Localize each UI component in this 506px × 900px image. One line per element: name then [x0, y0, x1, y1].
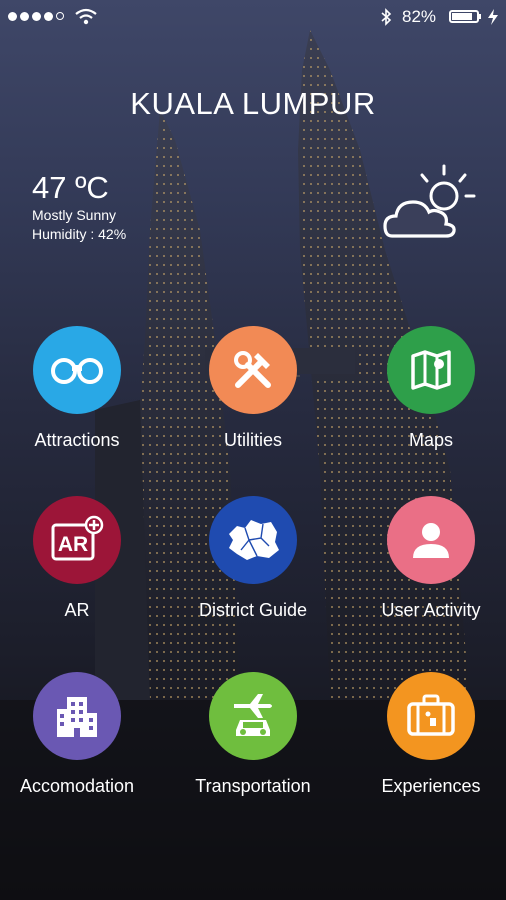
accomodation-label: Accomodation: [19, 776, 135, 796]
signal-dots-icon: [8, 12, 64, 21]
attractions-label: Attractions: [34, 430, 120, 450]
weather-condition: Mostly Sunny: [32, 207, 117, 223]
accomodation-button[interactable]: Accomodation: [0, 672, 162, 797]
ar-label: AR: [64, 600, 90, 620]
ar-circle[interactable]: AR: [33, 496, 121, 584]
city-title: KUALA LUMPUR: [130, 86, 376, 121]
charging-bolt-icon: [488, 9, 498, 25]
experiences-label: Experiences: [381, 776, 481, 796]
bluetooth-icon: [381, 8, 392, 26]
battery-nub: [479, 14, 481, 19]
svg-text:AR: AR: [58, 533, 88, 556]
attractions-circle[interactable]: [33, 326, 121, 414]
district-guide-button[interactable]: District Guide: [168, 496, 338, 621]
user-activity-button[interactable]: User Activity: [346, 496, 506, 621]
battery-icon: [449, 10, 479, 23]
partly-sunny-icon: [383, 164, 476, 238]
suitcase-icon: [407, 694, 455, 736]
maps-label: Maps: [408, 430, 453, 450]
map-icon: [411, 350, 451, 390]
transportation-circle[interactable]: [209, 672, 297, 760]
humidity: Humidity : 42%: [32, 226, 127, 242]
transportation-button[interactable]: Transportation: [168, 672, 338, 797]
utilities-label: Utilities: [223, 430, 282, 450]
experiences-circle[interactable]: [387, 672, 475, 760]
temperature: 47 ºC: [32, 170, 109, 205]
tools-icon: [234, 351, 271, 388]
user-activity-circle[interactable]: [387, 496, 475, 584]
binoculars-icon: [51, 358, 103, 384]
utilities-circle[interactable]: [209, 326, 297, 414]
status-bar: 82%: [0, 0, 506, 34]
district-guide-label: District Guide: [198, 600, 308, 620]
plane-car-icon: [234, 694, 272, 736]
wifi-icon: [75, 8, 97, 25]
transportation-label: Transportation: [195, 776, 311, 796]
ar-button[interactable]: AR AR: [0, 496, 162, 621]
accomodation-circle[interactable]: [33, 672, 121, 760]
district-map-icon: [229, 520, 279, 560]
home-screen: 82% KUALA LUMPUR 47 ºC Mostly Sunny Humi…: [0, 0, 506, 900]
building-icon: [57, 697, 97, 737]
user-icon: [413, 523, 449, 558]
ar-plus-icon: AR: [51, 515, 104, 561]
maps-circle[interactable]: [387, 326, 475, 414]
user-activity-label: User Activity: [381, 600, 481, 620]
district-guide-circle[interactable]: [209, 496, 297, 584]
utilities-button[interactable]: Utilities: [168, 326, 338, 451]
maps-button[interactable]: Maps: [346, 326, 506, 451]
attractions-button[interactable]: Attractions: [0, 326, 162, 451]
battery-percent: 82%: [402, 7, 437, 26]
experiences-button[interactable]: Experiences: [346, 672, 506, 797]
